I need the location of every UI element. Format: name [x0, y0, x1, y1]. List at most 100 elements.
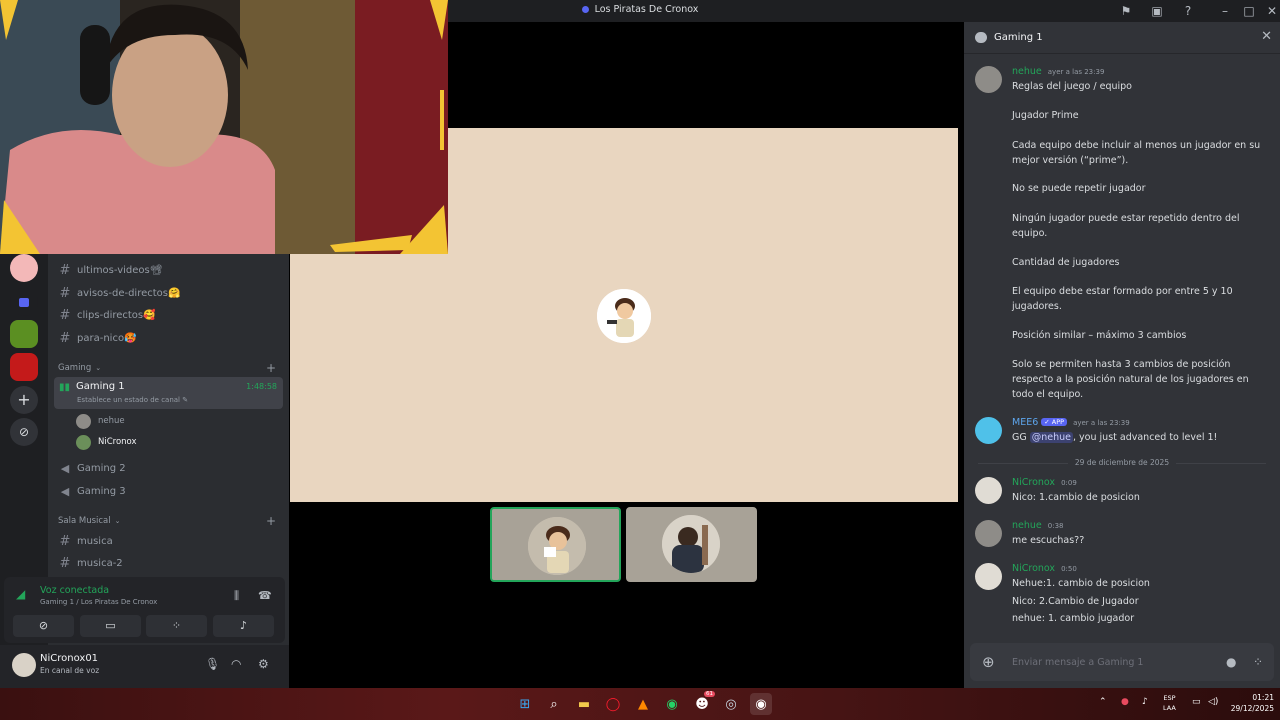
chevron-up-icon[interactable]: ⌃	[1099, 697, 1107, 707]
category-gaming[interactable]: Gaming ⌄ +	[58, 361, 276, 375]
message-text: Posición similar – máximo 3 cambios	[1012, 330, 1187, 341]
app-icon	[581, 6, 589, 13]
plus-icon[interactable]: ⊕	[982, 653, 995, 671]
avatar[interactable]	[975, 477, 1002, 504]
disconnect-icon[interactable]: ☎	[258, 589, 272, 602]
avatar[interactable]	[975, 520, 1002, 547]
participant-tile-nehue[interactable]	[626, 507, 757, 582]
avatar	[662, 515, 720, 573]
channel-status[interactable]: Establece un estado de canal ✎	[77, 396, 188, 404]
channel-musica-2[interactable]: # musica-2	[56, 553, 123, 573]
message-text: Reglas del juego / equipo	[1012, 81, 1132, 92]
volume-icon[interactable]: ◁)	[1208, 697, 1218, 707]
vlc-icon[interactable]: ▲	[632, 693, 654, 715]
message-text: nehue: 1. cambio jugador	[1012, 613, 1135, 624]
chat-panel: Gaming 1 ✕ nehue ayer a las 23:39 Reglas …	[964, 22, 1280, 688]
message-author[interactable]: NiCronox	[1012, 477, 1055, 488]
minimize-icon[interactable]: –	[1217, 3, 1233, 19]
user-panel: NiCronox01 En canal de voz 🎙︎ ◠ ⚙	[0, 645, 289, 688]
search-icon[interactable]: ⌕	[543, 693, 565, 715]
noise-suppression-icon[interactable]: ⫼	[234, 589, 239, 603]
plus-icon[interactable]: +	[266, 514, 276, 528]
message-text: me escuchas??	[1012, 535, 1085, 546]
channel-para-nico[interactable]: # para-nico🥵	[56, 328, 137, 348]
voice-channel-gaming-2[interactable]: ◀ Gaming 2	[56, 458, 126, 478]
voice-member-nehue[interactable]: nehue	[76, 412, 125, 430]
server-icon[interactable]	[10, 254, 38, 282]
clock[interactable]: 01:21 29/12/2025	[1228, 692, 1274, 714]
folder-icon[interactable]	[10, 288, 38, 316]
maximize-icon[interactable]: □	[1241, 3, 1257, 19]
gear-icon[interactable]: ⚙	[258, 657, 269, 671]
plus-icon[interactable]: +	[266, 361, 276, 375]
avatar[interactable]	[975, 66, 1002, 93]
user-mention[interactable]: @nehue	[1029, 432, 1074, 443]
category-sala-musical[interactable]: Sala Musical ⌄ +	[58, 514, 276, 528]
folder-icon[interactable]: ▬	[573, 693, 595, 715]
language-indicator[interactable]: ESP LAA	[1163, 693, 1176, 713]
opera-icon[interactable]: ◯	[602, 693, 624, 715]
voice-member-nicronox[interactable]: NiCronox	[76, 433, 137, 451]
message-text: No se puede repetir jugador	[1012, 183, 1146, 194]
tray-app-icon[interactable]: ●	[1121, 697, 1129, 707]
steam-icon[interactable]: ◎	[720, 693, 742, 715]
emoji-icon[interactable]: ●	[1226, 655, 1236, 669]
chrome-icon[interactable]: ◉	[750, 693, 772, 715]
avatar[interactable]	[975, 417, 1002, 444]
hash-icon: #	[59, 285, 71, 301]
avatar	[528, 517, 586, 575]
add-server-icon[interactable]: +	[10, 386, 38, 414]
apps-icon[interactable]: ⁘	[1253, 655, 1263, 669]
monitor-icon[interactable]: ▭	[1192, 697, 1201, 707]
chat-bubble-icon	[975, 32, 987, 43]
close-icon[interactable]: ✕	[1264, 3, 1280, 19]
hash-icon: #	[59, 307, 71, 323]
mic-icon[interactable]: 🎙︎	[205, 657, 220, 671]
whatsapp-icon[interactable]: ◉	[661, 693, 683, 715]
flag-icon[interactable]: ⚑	[1118, 3, 1134, 19]
channel-musica[interactable]: # musica	[56, 531, 113, 551]
message-author[interactable]: NiCronox	[1012, 563, 1055, 574]
explore-icon[interactable]: ⊘	[10, 418, 38, 446]
server-icon[interactable]	[10, 353, 38, 381]
message-author[interactable]: nehue	[1012, 66, 1042, 77]
avatar[interactable]	[12, 653, 36, 677]
notification-badge: 61	[704, 691, 715, 697]
camera-off-button[interactable]: ⊘	[13, 615, 74, 637]
channel-ultimos-videos[interactable]: # ultimos-videos📽	[56, 260, 163, 280]
help-icon[interactable]: ?	[1180, 3, 1196, 19]
avatar[interactable]	[975, 563, 1002, 590]
date-divider: 29 de diciembre de 2025	[974, 458, 1270, 467]
screen-share-button[interactable]: ▭	[80, 615, 141, 637]
message-input[interactable]: Enviar mensaje a Gaming 1	[1012, 657, 1143, 668]
soundboard-button[interactable]: ♪	[213, 615, 274, 637]
channel-clips-directos[interactable]: # clips-directos🥰	[56, 305, 156, 325]
mic-icon[interactable]: ♪	[1142, 697, 1148, 707]
message-composer[interactable]: ⊕ Enviar mensaje a Gaming 1 ● ⁘	[970, 643, 1274, 681]
voice-channel-gaming-3[interactable]: ◀ Gaming 3	[56, 481, 126, 501]
voice-channel-gaming-1[interactable]: ▮▮ Gaming 1 1:48:58 Establece un estado …	[54, 377, 283, 409]
hash-icon: #	[59, 330, 71, 346]
participant-tile-nicronox[interactable]	[490, 507, 621, 582]
message-author[interactable]: MEE6	[1012, 417, 1038, 428]
message-text: Nehue:1. cambio de posicion	[1012, 578, 1150, 589]
message-author[interactable]: nehue	[1012, 520, 1042, 531]
chevron-down-icon: ⌄	[95, 364, 102, 372]
headphones-icon[interactable]: ◠	[231, 657, 241, 671]
discord-icon[interactable]: ☻ 61	[691, 691, 715, 715]
message-text: GG @nehue, you just advanced to level 1!	[1012, 432, 1218, 443]
message-text: Ningún jugador puede estar repetido dent…	[1012, 213, 1240, 239]
channel-avisos-de-directos[interactable]: # avisos-de-directos🤗	[56, 283, 181, 303]
server-icon[interactable]	[10, 320, 38, 348]
message-text: Cantidad de jugadores	[1012, 257, 1120, 268]
cartoon-avatar-image	[597, 289, 651, 343]
message-text: Cada equipo debe incluir al menos un jug…	[1012, 140, 1261, 166]
avatar	[76, 434, 91, 450]
windows-start-icon[interactable]: ⊞	[514, 693, 536, 715]
activities-button[interactable]: ⁘	[146, 615, 207, 637]
signal-icon[interactable]: ◢	[16, 587, 25, 601]
close-icon[interactable]: ✕	[1261, 29, 1272, 44]
avatar	[76, 413, 91, 429]
inbox-icon[interactable]: ▣	[1149, 3, 1165, 19]
windows-taskbar: ⊞ ⌕ ▬ ◯ ▲ ◉ ☻ 61 ◎ ◉ ⌃ ● ♪ ESP LAA ▭ ◁) 01…	[0, 688, 1280, 720]
